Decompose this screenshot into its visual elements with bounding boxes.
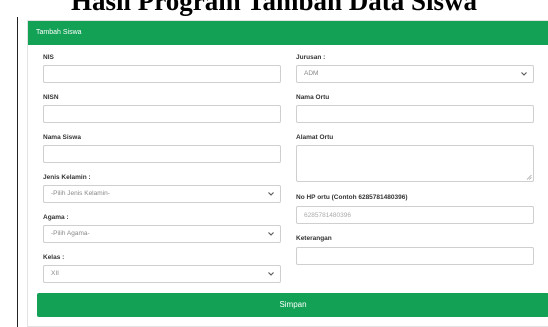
chevron-down-icon bbox=[268, 192, 274, 196]
agama-value: -Pilih Agama- bbox=[51, 230, 90, 237]
chevron-down-icon bbox=[268, 232, 274, 236]
kelas-select[interactable]: XII bbox=[43, 265, 281, 283]
keterangan-label: Keterangan bbox=[296, 235, 332, 242]
add-student-card: Tambah Siswa NIS NISN Nama Siswa Jenis K… bbox=[27, 20, 548, 327]
card-header: Tambah Siswa bbox=[28, 21, 548, 45]
jenis-kelamin-label: Jenis Kelamin : bbox=[43, 174, 91, 181]
simpan-button[interactable]: Simpan bbox=[37, 293, 548, 317]
jurusan-label: Jurusan : bbox=[296, 54, 326, 61]
nama-ortu-label: Nama Ortu bbox=[296, 94, 330, 101]
jenis-kelamin-value: -Pilih Jenis Kelamin- bbox=[51, 190, 110, 197]
agama-select[interactable]: -Pilih Agama- bbox=[43, 225, 281, 243]
chevron-down-icon bbox=[521, 72, 527, 76]
resize-grip-icon[interactable] bbox=[526, 174, 532, 180]
chevron-down-icon bbox=[268, 272, 274, 276]
jenis-kelamin-select[interactable]: -Pilih Jenis Kelamin- bbox=[43, 185, 281, 203]
alamat-ortu-label: Alamat Ortu bbox=[296, 134, 334, 141]
jurusan-value: ADM bbox=[304, 70, 319, 77]
nis-field[interactable] bbox=[43, 65, 281, 83]
nis-label: NIS bbox=[43, 54, 54, 61]
page-heading: Hasil Program Tambah Data Siswa bbox=[70, 0, 478, 16]
nama-siswa-field[interactable] bbox=[43, 145, 281, 163]
nama-ortu-field[interactable] bbox=[296, 105, 534, 123]
alamat-ortu-textarea[interactable] bbox=[296, 145, 534, 182]
frame-border bbox=[17, 17, 18, 327]
kelas-value: XII bbox=[51, 270, 59, 277]
kelas-label: Kelas : bbox=[43, 254, 65, 261]
jurusan-select[interactable]: ADM bbox=[296, 65, 534, 83]
no-hp-ortu-label: No HP ortu (Contoh 6285781480396) bbox=[296, 194, 408, 201]
nisn-field[interactable] bbox=[43, 105, 281, 123]
no-hp-ortu-field[interactable] bbox=[296, 206, 534, 224]
nama-siswa-label: Nama Siswa bbox=[43, 134, 81, 141]
agama-label: Agama : bbox=[43, 214, 69, 221]
keterangan-field[interactable] bbox=[296, 247, 534, 265]
nisn-label: NISN bbox=[43, 94, 59, 101]
